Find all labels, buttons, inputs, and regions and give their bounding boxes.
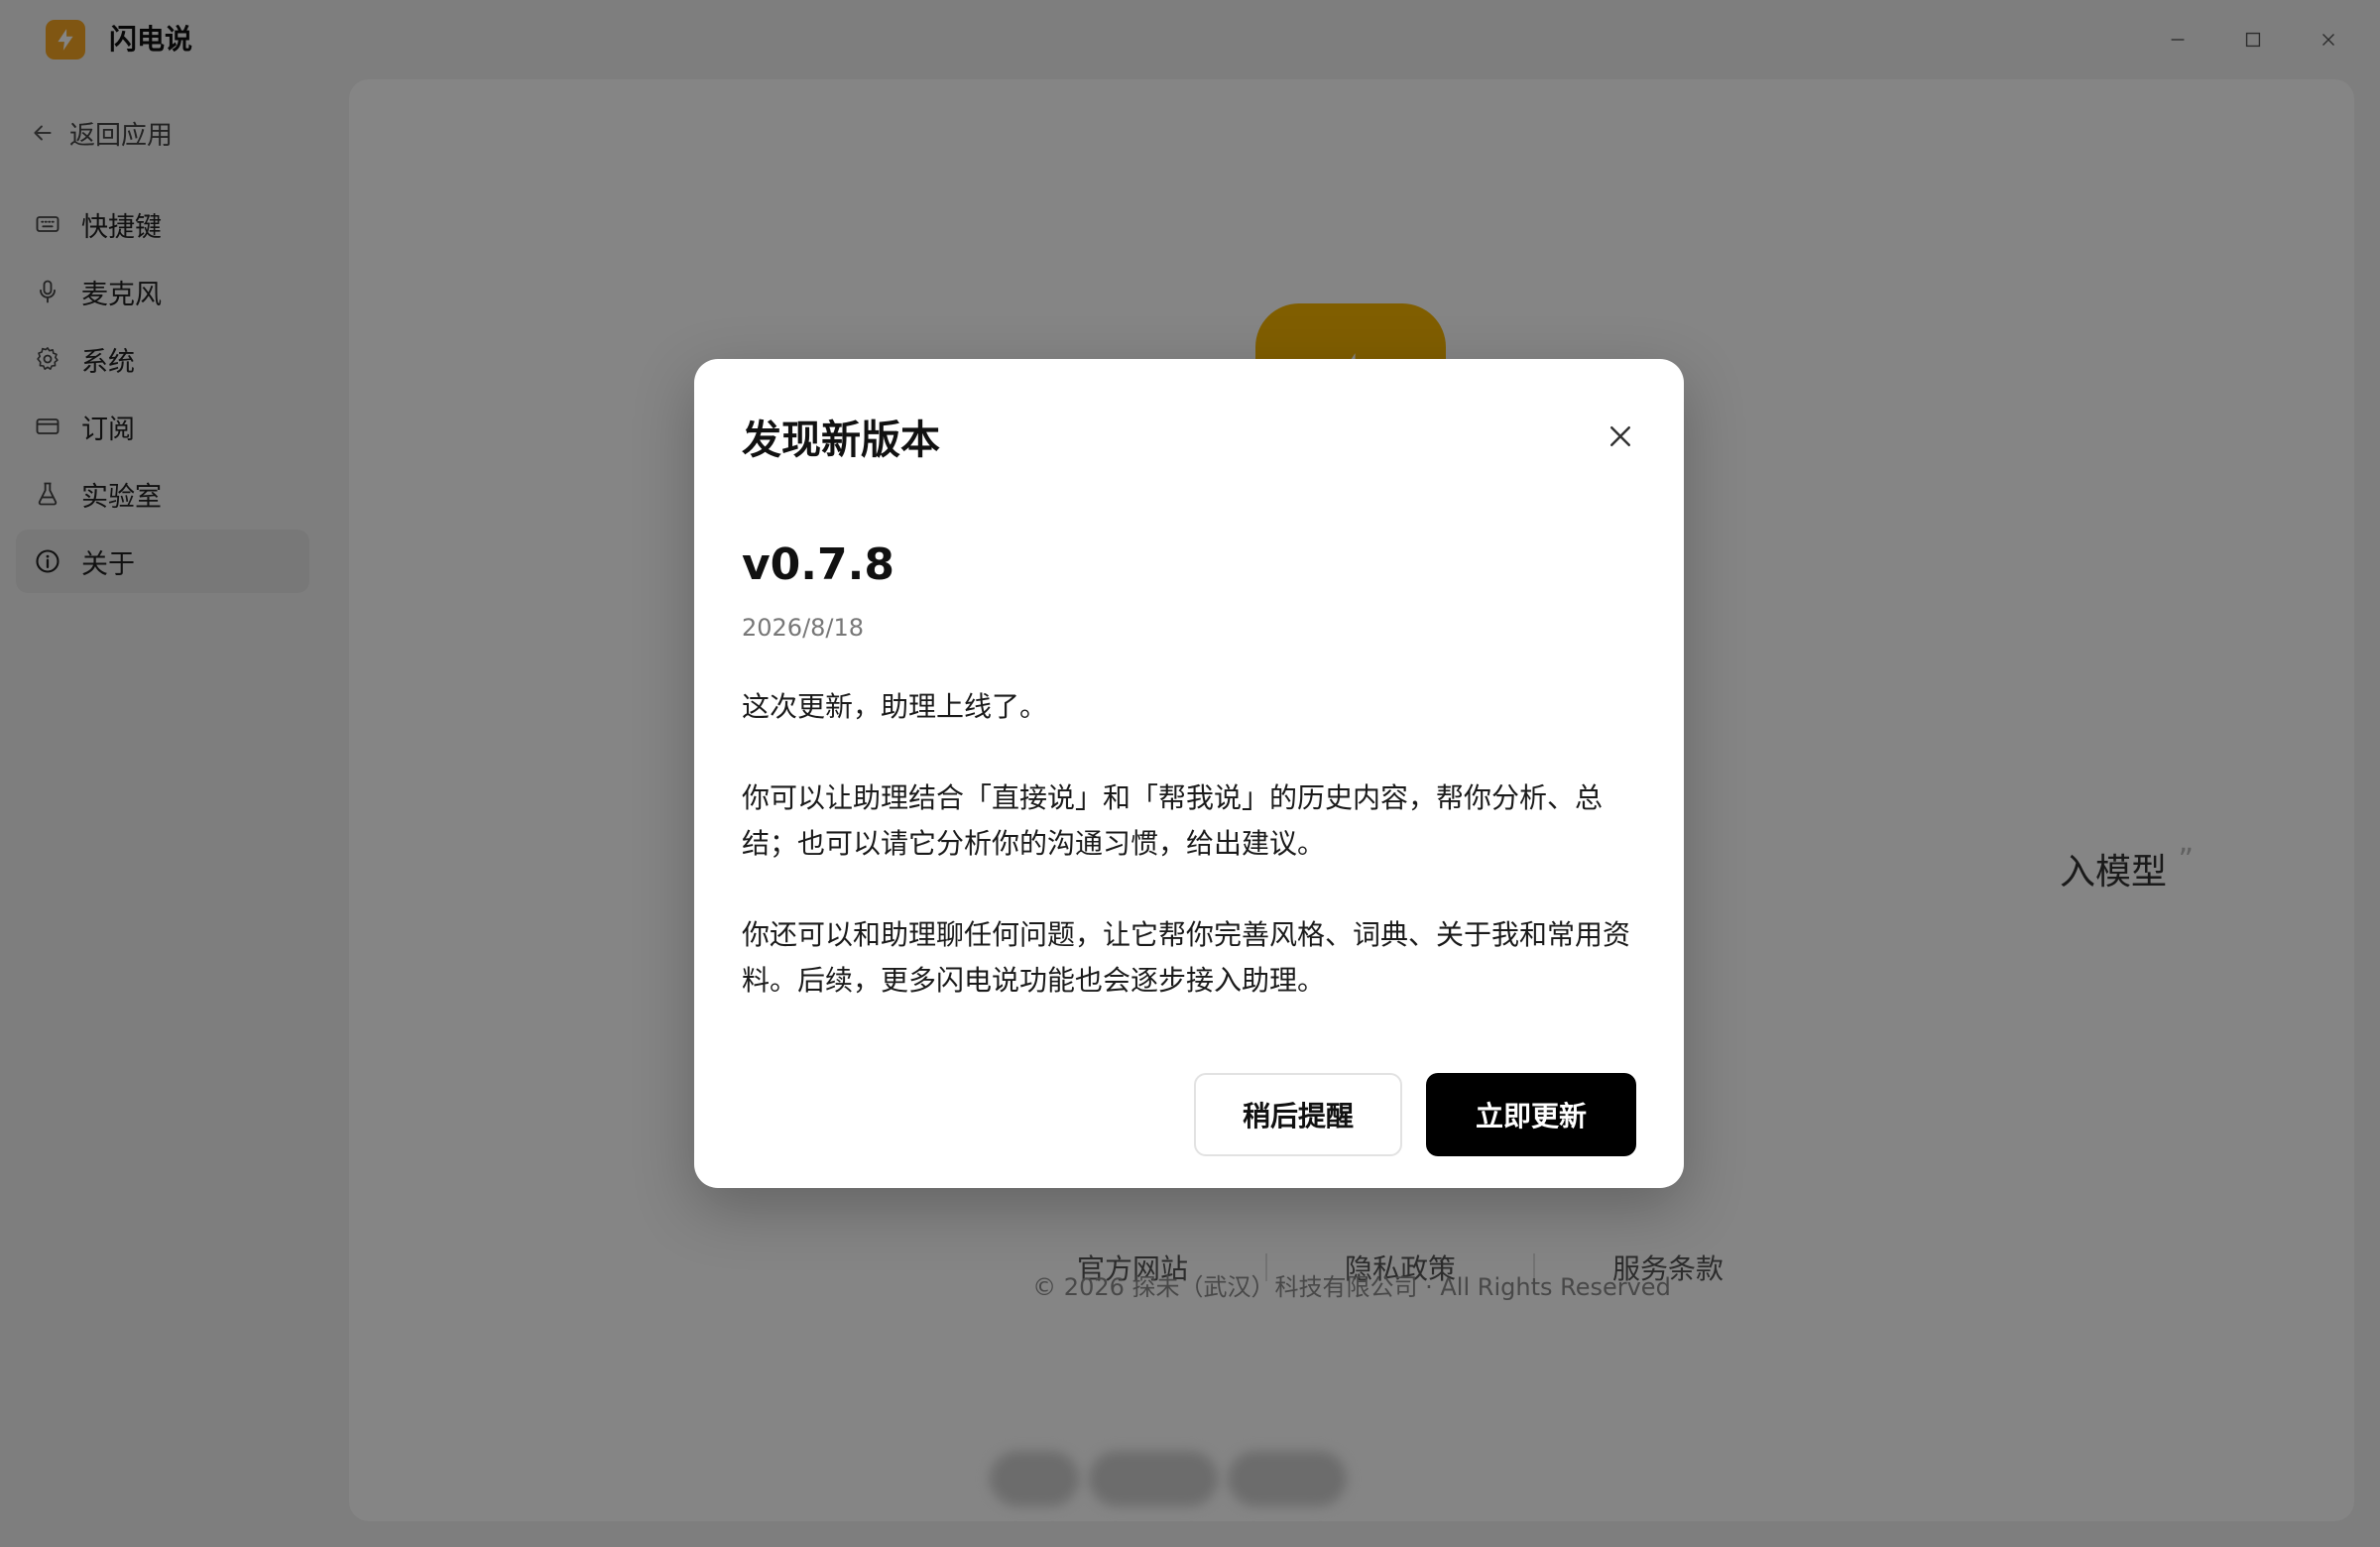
close-icon [1610,426,1630,446]
release-note: 你还可以和助理聊任何问题，让它帮你完善风格、词典、关于我和常用资料。后续，更多闪… [742,918,1631,997]
version-number: v0.7.8 [742,539,894,590]
dialog-title: 发现新版本 [742,417,940,463]
release-notes: 这次更新，助理上线了。 你可以让助理结合「直接说」和「帮我说」的历史内容，帮你分… [742,684,1644,1004]
update-dialog: 发现新版本 v0.7.8 2026/8/18 这次更新，助理上线了。 你可以让助… [694,359,1684,1188]
dialog-close-button[interactable] [1591,407,1650,466]
update-now-button[interactable]: 立即更新 [1426,1073,1636,1156]
release-note: 你可以让助理结合「直接说」和「帮我说」的历史内容，帮你分析、总结；也可以请它分析… [742,781,1604,860]
release-date: 2026/8/18 [742,614,865,642]
remind-later-button[interactable]: 稍后提醒 [1194,1073,1402,1156]
release-note: 这次更新，助理上线了。 [742,690,1048,723]
